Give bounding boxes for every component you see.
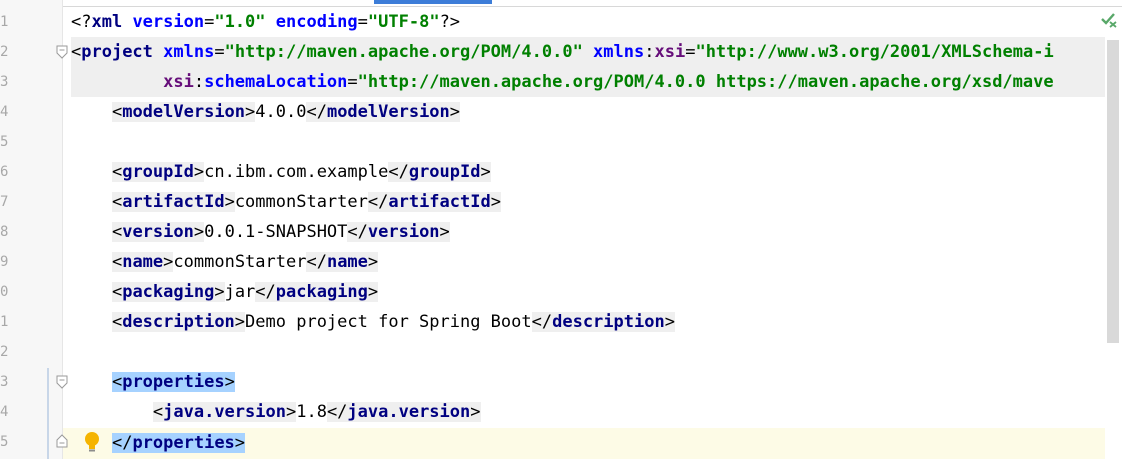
token: xmlns bbox=[582, 42, 645, 62]
fold-collapse-icon[interactable] bbox=[56, 375, 68, 389]
token: xmlns bbox=[152, 42, 215, 62]
token: properties bbox=[122, 372, 225, 392]
code-line-4[interactable]: <modelVersion>4.0.0</modelVersion> bbox=[71, 97, 461, 127]
gutter-divider bbox=[62, 0, 63, 459]
code-line-8[interactable]: <version>0.0.1-SNAPSHOT</version> bbox=[71, 217, 450, 247]
code-line-14[interactable]: <java.version>1.8</java.version> bbox=[71, 397, 481, 427]
code-line-13[interactable]: <properties> bbox=[71, 367, 235, 397]
active-tab-indicator bbox=[374, 0, 492, 4]
line-number: 1 bbox=[0, 314, 9, 330]
token: = bbox=[347, 72, 358, 92]
token: cn.ibm.com.example bbox=[204, 162, 389, 182]
code-line-11[interactable]: <description>Demo project for Spring Boo… bbox=[71, 307, 675, 337]
token: xsi bbox=[163, 72, 194, 92]
check-icon[interactable] bbox=[1100, 12, 1118, 28]
token: properties bbox=[132, 433, 235, 453]
token: name bbox=[122, 252, 164, 272]
code-line-15[interactable]: </properties> bbox=[71, 428, 246, 458]
code-line-10[interactable]: <packaging>jar</packaging> bbox=[71, 277, 379, 307]
code-line-6[interactable]: <groupId>cn.ibm.com.example</groupId> bbox=[71, 157, 491, 187]
token: : bbox=[644, 42, 655, 62]
line-number: 4 bbox=[0, 104, 9, 120]
token: "http://maven.apache.org/POM/4.0.0 https… bbox=[357, 72, 1054, 92]
scrollbar-thumb[interactable] bbox=[1107, 40, 1119, 343]
token: modelVersion bbox=[122, 102, 246, 122]
line-number: 3 bbox=[0, 374, 9, 390]
token: groupId bbox=[408, 162, 481, 182]
token: schemaLocation bbox=[204, 72, 348, 92]
token: description bbox=[552, 312, 665, 332]
token: encoding bbox=[265, 12, 358, 32]
token: version bbox=[367, 222, 440, 242]
line-number: 3 bbox=[0, 74, 9, 90]
token: modelVersion bbox=[326, 102, 450, 122]
token: version bbox=[122, 222, 194, 242]
token: "1.0" bbox=[214, 12, 266, 32]
token: = bbox=[685, 42, 696, 62]
line-number: 9 bbox=[0, 254, 9, 270]
token: commonStarter bbox=[234, 192, 368, 212]
token: = bbox=[204, 12, 215, 32]
line-number: 2 bbox=[0, 44, 9, 60]
token: "http://www.w3.org/2001/XMLSchema-i bbox=[695, 42, 1054, 62]
token: Demo project for Spring Boot bbox=[245, 312, 532, 332]
token: artifactId bbox=[122, 192, 225, 212]
token: 0.0.1-SNAPSHOT bbox=[204, 222, 348, 242]
token: description bbox=[122, 312, 235, 332]
token: xsi bbox=[654, 42, 686, 62]
code-line-7[interactable]: <artifactId>commonStarter</artifactId> bbox=[71, 187, 501, 217]
token: < bbox=[71, 42, 82, 62]
token: "UTF-8" bbox=[367, 12, 440, 32]
token: jar bbox=[224, 282, 256, 302]
line-number: 7 bbox=[0, 194, 9, 210]
line-number: 1 bbox=[0, 14, 9, 30]
token: 1.8 bbox=[296, 402, 327, 422]
indent-guide bbox=[47, 368, 49, 459]
token: version bbox=[122, 12, 205, 32]
line-number: 6 bbox=[0, 164, 9, 180]
token: name bbox=[326, 252, 368, 272]
token: packaging bbox=[122, 282, 215, 302]
line-number: 4 bbox=[0, 404, 9, 420]
line-number: 2 bbox=[0, 344, 9, 360]
token: java.version bbox=[163, 402, 286, 422]
code-line-9[interactable]: <name>commonStarter</name> bbox=[71, 247, 379, 277]
code-line-1[interactable]: <?xml version="1.0" encoding="UTF-8"?> bbox=[71, 7, 460, 37]
code-line-2[interactable]: <project xmlns="http://maven.apache.org/… bbox=[71, 37, 1105, 67]
token: artifactId bbox=[388, 192, 491, 212]
line-number: 0 bbox=[0, 284, 9, 300]
token: xml bbox=[91, 12, 123, 32]
line-number: 5 bbox=[0, 134, 9, 150]
line-number: 8 bbox=[0, 224, 9, 240]
fold-end-icon[interactable] bbox=[56, 434, 68, 448]
token: commonStarter bbox=[173, 252, 307, 272]
token: : bbox=[193, 72, 205, 92]
token: groupId bbox=[122, 162, 194, 182]
token: java.version bbox=[347, 402, 471, 422]
token: = bbox=[214, 42, 225, 62]
token: ?> bbox=[439, 12, 461, 32]
token: packaging bbox=[275, 282, 368, 302]
editor-window: { "gutter": { "line_numbers": ["1","2","… bbox=[0, 0, 1122, 459]
token: "http://maven.apache.org/POM/4.0.0" bbox=[224, 42, 583, 62]
code-line-3[interactable]: xsi:schemaLocation="http://maven.apache.… bbox=[71, 67, 1105, 97]
line-number: 5 bbox=[0, 434, 9, 450]
token: = bbox=[357, 12, 368, 32]
token: 4.0.0 bbox=[255, 102, 307, 122]
token: <? bbox=[71, 12, 92, 32]
token: project bbox=[81, 42, 153, 62]
fold-collapse-icon[interactable] bbox=[56, 45, 68, 59]
